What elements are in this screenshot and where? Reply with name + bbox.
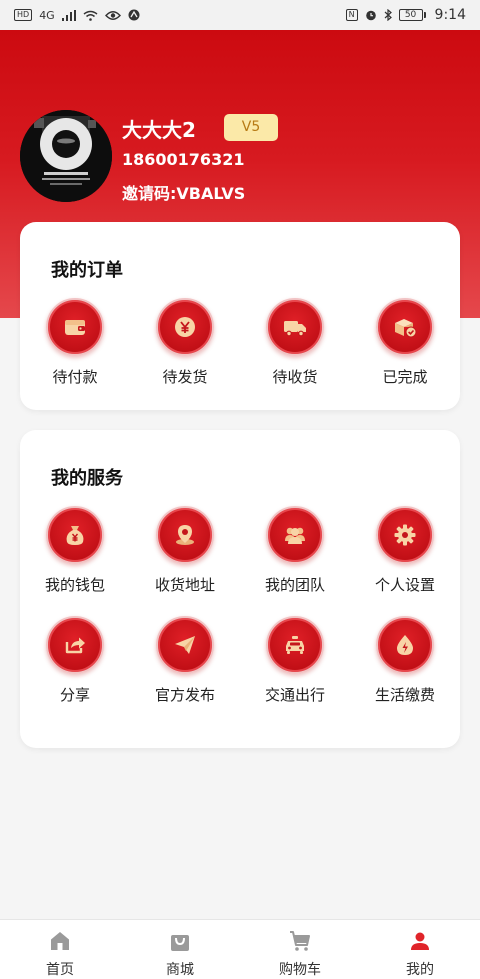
wifi-icon — [83, 10, 98, 21]
orders-card: 我的订单 待付款 待发货 待收货 已完成 — [20, 222, 460, 410]
nav-item-cart[interactable]: 购物车 — [240, 920, 360, 979]
user-name: 大大大2 — [122, 118, 196, 142]
status-bar: HD 4G N 50 9:14 — [0, 0, 480, 30]
app-notification-icon — [128, 9, 140, 21]
cart-icon — [290, 931, 310, 951]
nav-label: 首页 — [46, 962, 74, 978]
yen-coin-icon — [156, 298, 214, 356]
taxi-icon — [266, 616, 324, 674]
avatar-image — [20, 110, 112, 202]
service-item-transport[interactable]: 交通出行 — [240, 616, 350, 705]
user-icon — [411, 932, 429, 950]
box-check-icon — [376, 298, 434, 356]
service-item-settings[interactable]: 个人设置 — [350, 506, 460, 595]
location-pin-icon — [156, 506, 214, 564]
signal-icon — [61, 9, 76, 21]
order-item-pending-payment[interactable]: 待付款 — [20, 298, 130, 387]
service-item-share[interactable]: 分享 — [20, 616, 130, 705]
utility-drop-icon — [376, 616, 434, 674]
battery-icon: 50 — [398, 9, 426, 21]
user-phone: 18600176321 — [122, 150, 245, 169]
wallet-icon — [46, 298, 104, 356]
share-icon — [46, 616, 104, 674]
order-item-label: 已完成 — [382, 368, 428, 386]
alarm-icon — [365, 10, 376, 21]
nfc-icon: N — [345, 9, 358, 21]
service-item-label: 官方发布 — [154, 686, 215, 704]
gear-icon — [376, 506, 434, 564]
services-card: 我的服务 我的钱包 收货地址 我的团队 个人设置 分享 官方发布 交通出行 生活… — [20, 430, 460, 748]
service-item-official-release[interactable]: 官方发布 — [130, 616, 240, 705]
network-type: 4G — [39, 8, 55, 22]
money-bag-icon — [46, 506, 104, 564]
order-item-pending-receipt[interactable]: 待收货 — [240, 298, 350, 387]
nav-label: 我的 — [406, 962, 434, 978]
nav-item-home[interactable]: 首页 — [0, 920, 120, 979]
level-badge: V5 — [224, 114, 278, 141]
services-title: 我的服务 — [51, 468, 123, 489]
service-item-label: 我的团队 — [264, 576, 325, 594]
order-item-label: 待收货 — [272, 368, 318, 386]
paper-plane-icon — [156, 616, 214, 674]
hd-badge: HD — [14, 9, 33, 21]
battery-level: 50 — [398, 9, 423, 21]
service-item-label: 交通出行 — [264, 686, 325, 704]
service-item-label: 分享 — [59, 686, 90, 704]
avatar[interactable] — [20, 110, 112, 202]
status-right: N 50 9:14 — [345, 7, 466, 23]
orders-title: 我的订单 — [51, 260, 123, 281]
service-item-utilities[interactable]: 生活缴费 — [350, 616, 460, 705]
status-time: 9:14 — [434, 7, 466, 23]
order-item-label: 待发货 — [162, 368, 208, 386]
shopping-bag-icon — [171, 935, 189, 951]
nav-label: 商城 — [166, 962, 194, 978]
status-left: HD 4G — [14, 9, 140, 21]
nav-item-mall[interactable]: 商城 — [120, 920, 240, 979]
service-item-label: 生活缴费 — [374, 686, 435, 704]
truck-icon — [266, 298, 324, 356]
team-icon — [266, 506, 324, 564]
bottom-nav: 首页 商城 购物车 我的 — [0, 919, 480, 979]
service-item-address[interactable]: 收货地址 — [130, 506, 240, 595]
invite-code[interactable]: 邀请码:VBALVS — [122, 180, 245, 204]
order-item-label: 待付款 — [52, 368, 98, 386]
home-icon — [51, 932, 69, 950]
service-item-label: 收货地址 — [154, 576, 215, 594]
nav-label: 购物车 — [279, 962, 321, 978]
service-item-team[interactable]: 我的团队 — [240, 506, 350, 595]
eye-icon — [104, 10, 121, 20]
service-item-label: 我的钱包 — [44, 576, 105, 594]
bluetooth-icon — [384, 9, 392, 21]
order-item-pending-shipment[interactable]: 待发货 — [130, 298, 240, 387]
service-item-wallet[interactable]: 我的钱包 — [20, 506, 130, 595]
nav-item-mine[interactable]: 我的 — [360, 920, 480, 979]
service-item-label: 个人设置 — [374, 576, 435, 594]
order-item-completed[interactable]: 已完成 — [350, 298, 460, 387]
